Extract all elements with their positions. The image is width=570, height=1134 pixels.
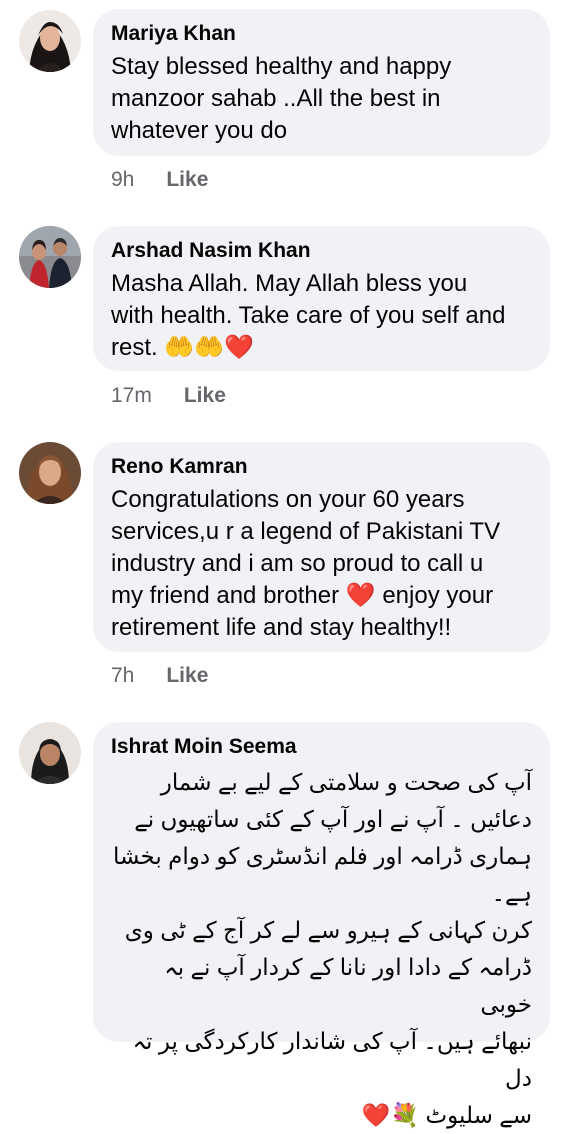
like-button[interactable]: Like [166,168,208,192]
comment-bubble: Ishrat Moin Seema آپ کی صحت و سلامتی کے … [93,722,550,1128]
comment-timestamp[interactable]: 17m [111,384,152,408]
comment-bubble: Reno Kamran Congratulations on your 60 y… [93,442,550,652]
comment-meta: 9h Like [111,168,208,192]
comment-text: آپ کی صحت و سلامتی کے لیے بے شمار دعائیں… [112,769,532,1128]
comment-timestamp[interactable]: 9h [111,168,134,192]
avatar[interactable] [19,10,81,72]
avatar[interactable] [19,226,81,288]
avatar[interactable] [19,722,81,784]
comment-bubble: Mariya Khan Stay blessed healthy and hap… [93,9,550,156]
like-button[interactable]: Like [166,664,208,688]
like-button[interactable]: Like [184,384,226,408]
comment-author[interactable]: Mariya Khan [111,21,532,47]
comment-meta: 7h Like [111,664,208,688]
comment-meta: 17m Like [111,384,226,408]
comment-text: Stay blessed healthy and happy manzoor s… [111,53,452,144]
comment-author[interactable]: Ishrat Moin Seema [111,734,532,760]
comment-author[interactable]: Reno Kamran [111,454,532,480]
comment-timestamp[interactable]: 7h [111,664,134,688]
comment-author[interactable]: Arshad Nasim Khan [111,238,532,264]
comment-text: Masha Allah. May Allah bless you with he… [111,270,506,361]
avatar[interactable] [19,442,81,504]
comment-bubble: Arshad Nasim Khan Masha Allah. May Allah… [93,226,550,371]
comment-text: Congratulations on your 60 years service… [111,486,501,641]
